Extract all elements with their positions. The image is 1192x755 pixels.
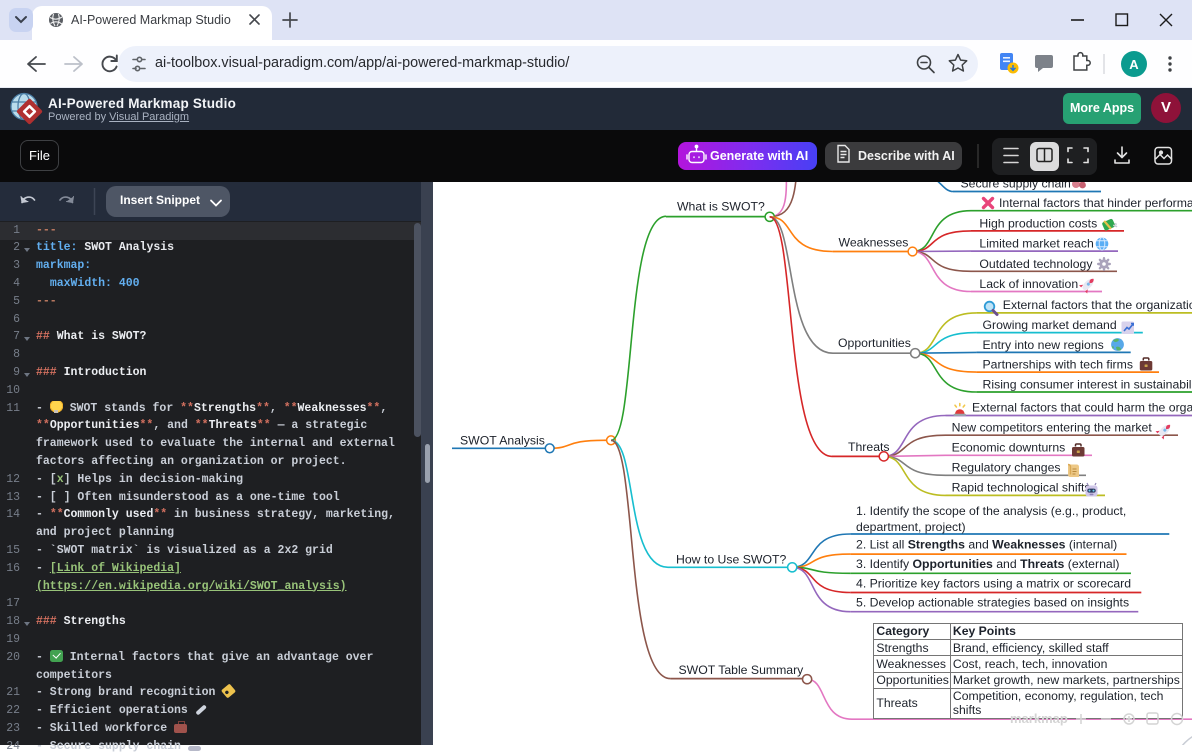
svg-text:Outdated technology: Outdated technology [979,257,1093,271]
svg-text:SWOT Table Summary: SWOT Table Summary [679,663,805,677]
svg-text:Internal factors that hinder p: Internal factors that hinder performance [999,196,1192,210]
svg-text:How to Use SWOT?: How to Use SWOT? [676,553,786,567]
svg-text:High production costs: High production costs [979,216,1097,230]
svg-text:Limited market reach: Limited market reach [979,237,1094,251]
svg-text:New competitors entering the m: New competitors entering the market [952,421,1153,435]
svg-text:1. Identify the scope of the a: 1. Identify the scope of the analysis (e… [856,504,1126,518]
svg-text:Lack of innovation: Lack of innovation [979,277,1078,291]
svg-text:External factors that could ha: External factors that could harm the org… [972,401,1192,415]
svg-text:Opportunities: Opportunities [838,336,911,350]
svg-text:2. List all Strengths and Weak: 2. List all Strengths and Weaknesses (in… [856,538,1117,552]
svg-text:Secure supply chain: Secure supply chain [961,182,1072,191]
svg-text:SWOT Analysis: SWOT Analysis [460,434,545,448]
svg-text:Economic downturns: Economic downturns [952,441,1066,455]
svg-text:department, project): department, project) [856,520,966,534]
svg-text:3. Identify Opportunities and: 3. Identify Opportunities and Threats (e… [856,557,1120,571]
svg-text:External factors that the orga: External factors that the organization c [1003,298,1192,312]
svg-text:4. Prioritize key factors usin: 4. Prioritize key factors using a matrix… [856,576,1131,590]
svg-text:5. Develop actionable strategi: 5. Develop actionable strategies based o… [856,596,1129,610]
svg-text:A: A [1129,57,1139,72]
svg-text:Weaknesses: Weaknesses [839,236,909,250]
svg-text:Rising consumer interest in su: Rising consumer interest in sustainabili… [983,377,1192,391]
svg-text:Entry into new regions: Entry into new regions [983,338,1104,352]
svg-text:Partnerships with tech firms: Partnerships with tech firms [983,358,1133,372]
svg-text:Regulatory changes: Regulatory changes [952,461,1061,475]
svg-text:Rapid technological shifts: Rapid technological shifts [952,481,1091,495]
svg-text:Growing market demand: Growing market demand [983,318,1117,332]
svg-text:What is SWOT?: What is SWOT? [677,200,765,214]
